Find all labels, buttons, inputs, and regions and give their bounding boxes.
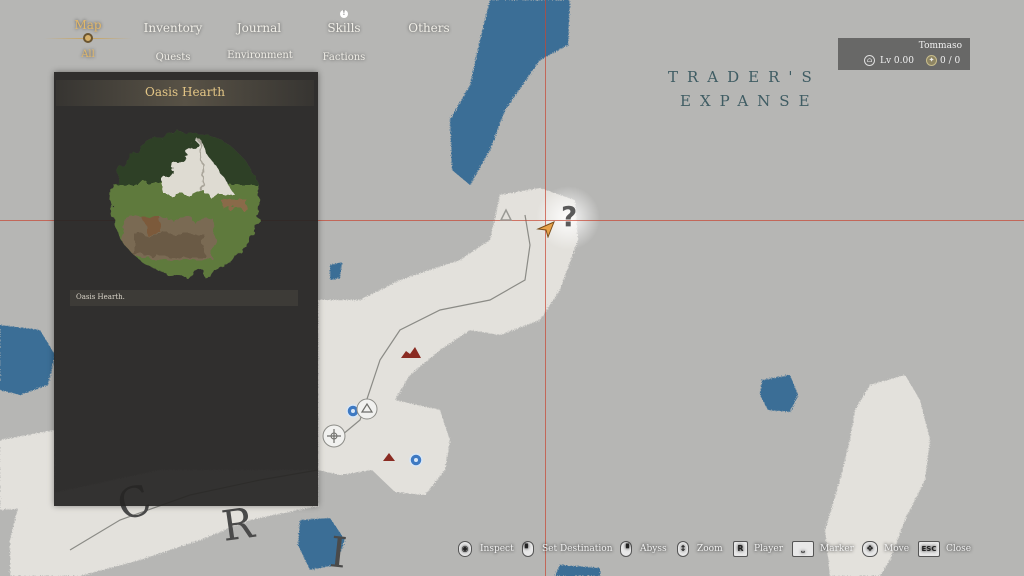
tab-map[interactable]: Map — [70, 18, 106, 32]
subtab-all[interactable]: All — [72, 49, 104, 60]
hint-inspect[interactable]: ◉ Inspect — [458, 540, 518, 558]
scroll-wheel-icon: ↕ — [677, 541, 689, 557]
location-title: Oasis Hearth — [145, 85, 225, 99]
tab-others[interactable]: Others — [404, 21, 454, 35]
landmark-icon[interactable] — [322, 424, 346, 448]
hint-move[interactable]: ✥ Move — [862, 540, 912, 558]
location-image — [112, 132, 260, 276]
level-icon: ⌂ — [864, 55, 875, 66]
enemy-marker-icon[interactable] — [382, 452, 396, 462]
location-description: Oasis Hearth. — [76, 293, 125, 301]
esc-key-icon: ESC — [918, 541, 940, 557]
subtab-quests[interactable]: Quests — [150, 52, 196, 63]
camp-icon[interactable] — [499, 208, 513, 222]
skills-notification-icon: ! — [340, 10, 348, 18]
active-tab-indicator-icon — [83, 33, 93, 43]
player-resource-count: 0 / 0 — [940, 56, 961, 66]
crosshair-vertical — [545, 0, 546, 576]
location-description-bar: Oasis Hearth. — [70, 290, 298, 306]
location-info-panel: Oasis Hearth Oasis Hearth. — [54, 72, 318, 506]
hint-zoom[interactable]: ↕ Zoom — [677, 540, 727, 558]
subtab-factions[interactable]: Factions — [320, 52, 368, 63]
unknown-poi-marker[interactable]: ? — [561, 200, 577, 233]
tab-journal[interactable]: Journal — [232, 21, 286, 35]
player-position-icon — [536, 221, 555, 238]
hint-close[interactable]: ESC Close — [918, 540, 974, 558]
enemy-camp-icon[interactable] — [400, 346, 422, 360]
space-key-icon: ⎵ — [792, 541, 814, 557]
move-keys-icon: ✥ — [862, 541, 878, 557]
mouse-right-icon: ▝ — [620, 541, 632, 557]
mouse-drag-icon: ◉ — [458, 541, 472, 557]
player-name: Tommaso — [918, 41, 962, 51]
hint-marker[interactable]: ⎵ Marker — [792, 540, 856, 558]
player-level: Lv 0.00 — [880, 56, 914, 66]
hint-player[interactable]: R Player — [733, 540, 789, 558]
hint-set-destination[interactable]: ▘ Set Destination — [522, 540, 618, 558]
region-name-line1: TRADER'S — [668, 68, 821, 86]
hint-abyss[interactable]: ▝ Abyss — [620, 540, 670, 558]
landmark-icon[interactable] — [356, 398, 378, 420]
key-r-icon: R — [733, 541, 748, 557]
panel-title-bar: Oasis Hearth — [56, 80, 314, 106]
region-name-line2: EXPANSE — [680, 92, 819, 110]
resource-icon: ✦ — [926, 55, 937, 66]
tab-skills[interactable]: Skills — [322, 21, 366, 35]
tab-inventory[interactable]: Inventory — [140, 21, 206, 35]
mouse-left-icon: ▘ — [522, 541, 534, 557]
subtab-environment[interactable]: Environment — [224, 50, 296, 61]
player-status-box: Tommaso ⌂ Lv 0.00 ✦ 0 / 0 — [838, 38, 970, 70]
waypoint-icon[interactable] — [409, 453, 423, 467]
